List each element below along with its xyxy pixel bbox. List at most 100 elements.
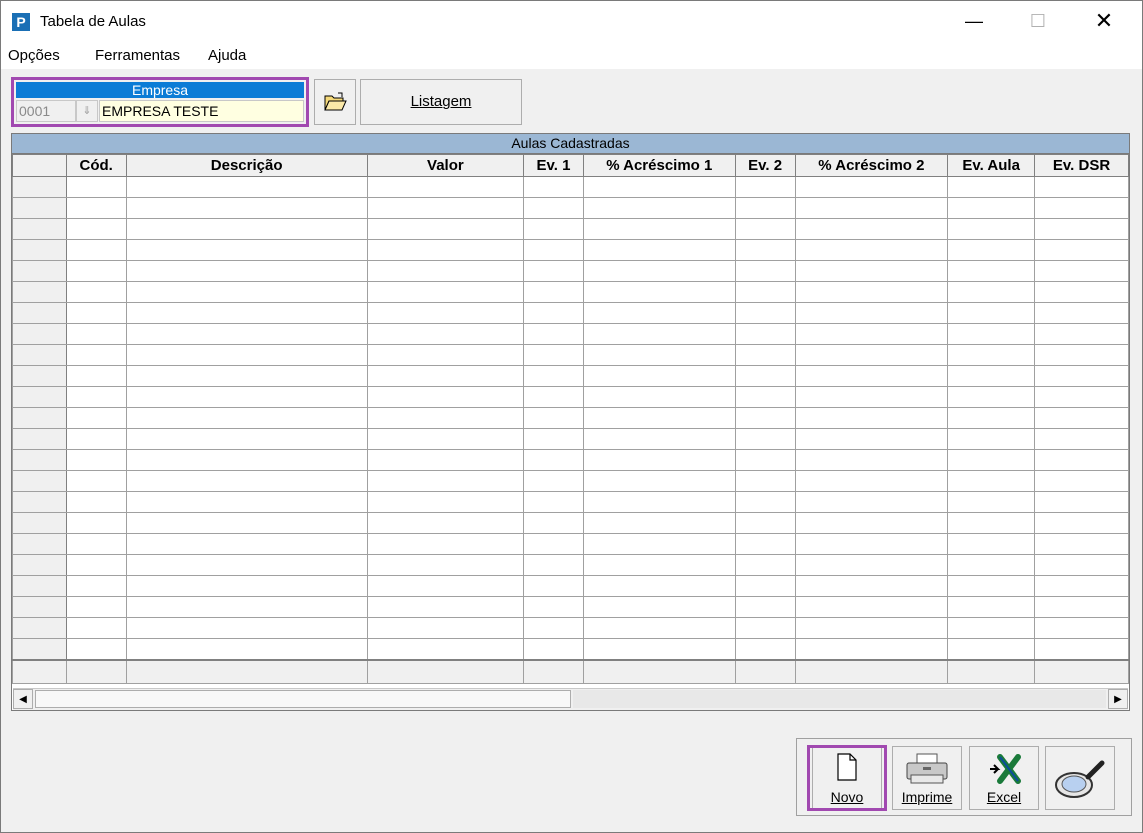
row-header-cell[interactable]	[12, 617, 67, 639]
table-cell[interactable]	[65, 197, 127, 219]
table-cell[interactable]	[1034, 533, 1129, 555]
table-cell[interactable]	[794, 386, 949, 408]
scroll-thumb[interactable]	[35, 690, 571, 708]
table-cell[interactable]	[366, 302, 525, 324]
table-cell[interactable]	[523, 218, 584, 240]
row-header-cell[interactable]	[12, 428, 67, 450]
table-cell[interactable]	[1034, 386, 1129, 408]
table-cell[interactable]	[794, 617, 949, 639]
table-cell[interactable]	[794, 512, 949, 534]
table-cell[interactable]	[1034, 281, 1129, 303]
table-cell[interactable]	[125, 638, 368, 661]
table-cell[interactable]	[65, 575, 127, 597]
row-header-cell[interactable]	[12, 239, 67, 261]
table-cell[interactable]	[125, 533, 368, 555]
excel-button[interactable]: Excel	[969, 746, 1039, 810]
table-cell[interactable]	[125, 554, 368, 576]
table-cell[interactable]	[366, 344, 525, 366]
table-cell[interactable]	[734, 239, 796, 261]
row-header-cell[interactable]	[12, 302, 67, 324]
table-cell[interactable]	[523, 407, 584, 429]
table-cell[interactable]	[794, 428, 949, 450]
table-cell[interactable]	[794, 470, 949, 492]
table-cell[interactable]	[366, 323, 525, 345]
table-cell[interactable]	[582, 533, 736, 555]
table-cell[interactable]	[1034, 428, 1129, 450]
table-cell[interactable]	[947, 386, 1036, 408]
row-header-cell[interactable]	[12, 218, 67, 240]
table-cell[interactable]	[125, 428, 368, 450]
table-cell[interactable]	[125, 302, 368, 324]
table-cell[interactable]	[947, 596, 1036, 618]
table-cell[interactable]	[125, 197, 368, 219]
col-acrescimo1[interactable]: % Acréscimo 1	[582, 154, 736, 177]
table-cell[interactable]	[947, 575, 1036, 597]
table-row[interactable]	[12, 386, 1129, 408]
table-cell[interactable]	[65, 470, 127, 492]
table-cell[interactable]	[65, 365, 127, 387]
table-cell[interactable]	[794, 596, 949, 618]
col-row-header[interactable]	[12, 154, 67, 177]
table-cell[interactable]	[523, 638, 584, 661]
row-header-cell[interactable]	[12, 281, 67, 303]
table-cell[interactable]	[125, 323, 368, 345]
table-cell[interactable]	[794, 281, 949, 303]
table-cell[interactable]	[1034, 323, 1129, 345]
table-cell[interactable]	[366, 491, 525, 513]
table-row[interactable]	[12, 470, 1129, 492]
open-button[interactable]	[314, 79, 356, 125]
table-cell[interactable]	[582, 218, 736, 240]
scroll-right-icon[interactable]: ▶	[1108, 689, 1128, 709]
table-cell[interactable]	[734, 323, 796, 345]
table-cell[interactable]	[523, 302, 584, 324]
table-cell[interactable]	[65, 638, 127, 661]
table-cell[interactable]	[523, 239, 584, 261]
table-cell[interactable]	[734, 449, 796, 471]
table-cell[interactable]	[125, 344, 368, 366]
table-cell[interactable]	[366, 260, 525, 282]
table-cell[interactable]	[65, 239, 127, 261]
table-cell[interactable]	[582, 344, 736, 366]
table-cell[interactable]	[947, 638, 1036, 661]
table-row[interactable]	[12, 596, 1129, 618]
table-cell[interactable]	[125, 491, 368, 513]
table-cell[interactable]	[794, 638, 949, 661]
table-cell[interactable]	[794, 197, 949, 219]
table-cell[interactable]	[65, 323, 127, 345]
table-cell[interactable]	[523, 554, 584, 576]
table-cell[interactable]	[366, 365, 525, 387]
close-button[interactable]: ✕	[1073, 1, 1135, 41]
table-cell[interactable]	[366, 407, 525, 429]
table-cell[interactable]	[1034, 218, 1129, 240]
table-cell[interactable]	[947, 281, 1036, 303]
table-cell[interactable]	[366, 638, 525, 661]
row-header-cell[interactable]	[12, 386, 67, 408]
table-cell[interactable]	[947, 407, 1036, 429]
table-cell[interactable]	[523, 617, 584, 639]
row-header-cell[interactable]	[12, 197, 67, 219]
row-header-cell[interactable]	[12, 365, 67, 387]
table-cell[interactable]	[1034, 197, 1129, 219]
table-cell[interactable]	[734, 344, 796, 366]
table-cell[interactable]	[794, 407, 949, 429]
table-row[interactable]	[12, 407, 1129, 429]
row-header-cell[interactable]	[12, 512, 67, 534]
table-cell[interactable]	[125, 176, 368, 198]
col-descricao[interactable]: Descrição	[125, 154, 368, 177]
empresa-code-field[interactable]: 0001	[16, 100, 76, 122]
table-cell[interactable]	[947, 554, 1036, 576]
row-header-cell[interactable]	[12, 554, 67, 576]
table-cell[interactable]	[523, 323, 584, 345]
table-cell[interactable]	[523, 281, 584, 303]
table-cell[interactable]	[366, 428, 525, 450]
table-cell[interactable]	[947, 239, 1036, 261]
table-cell[interactable]	[1034, 512, 1129, 534]
table-row[interactable]	[12, 197, 1129, 219]
table-cell[interactable]	[1034, 344, 1129, 366]
table-cell[interactable]	[366, 281, 525, 303]
table-cell[interactable]	[65, 218, 127, 240]
table-cell[interactable]	[947, 449, 1036, 471]
table-cell[interactable]	[794, 575, 949, 597]
table-cell[interactable]	[582, 491, 736, 513]
table-cell[interactable]	[582, 365, 736, 387]
